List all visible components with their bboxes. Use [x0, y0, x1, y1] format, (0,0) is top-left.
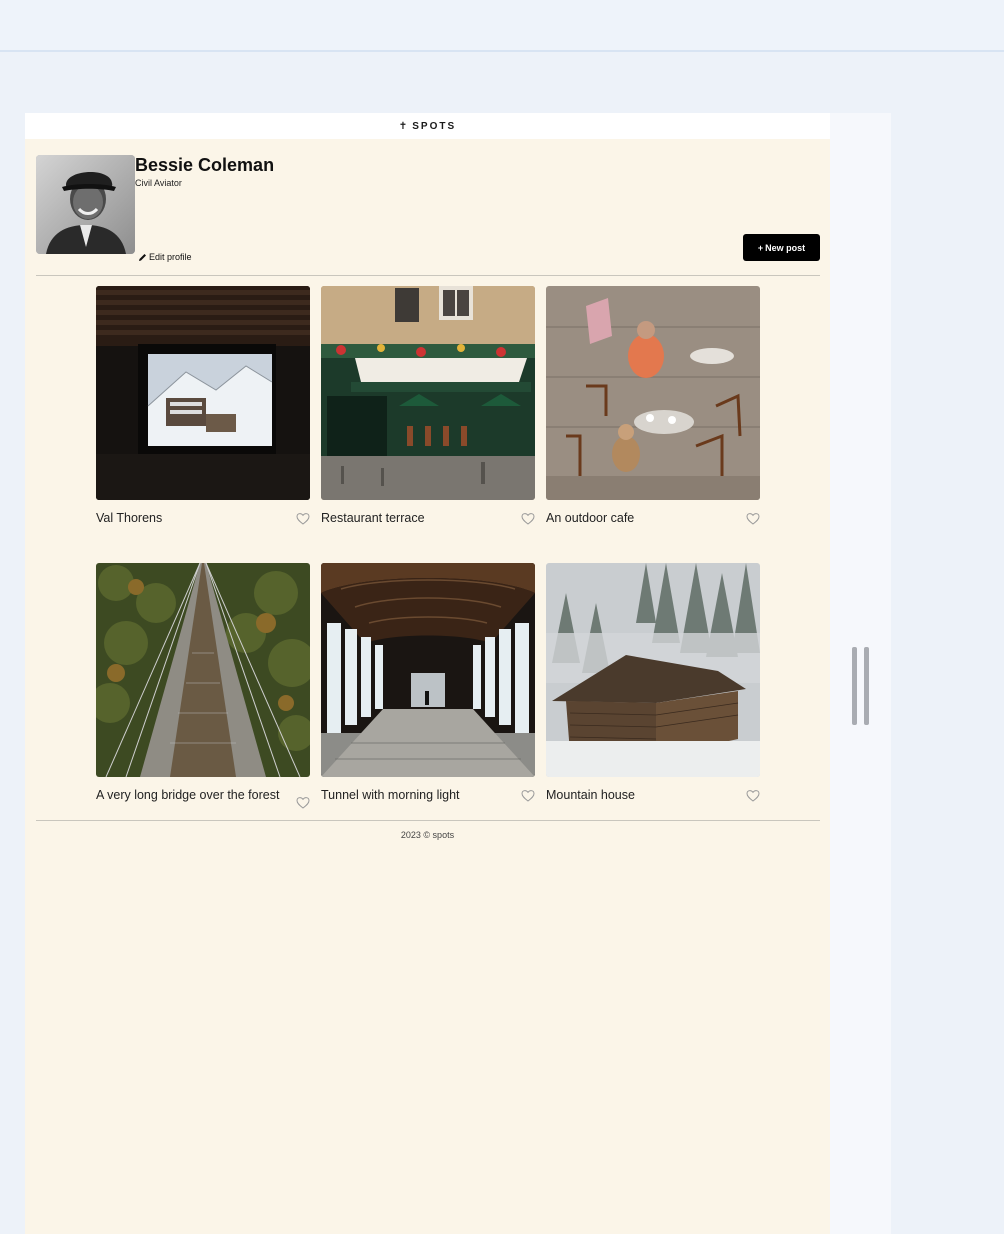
- resize-grip-right[interactable]: [864, 647, 869, 725]
- card-footer: Mountain house: [546, 788, 760, 803]
- card-title: Tunnel with morning light: [321, 788, 460, 802]
- card-image[interactable]: [546, 286, 760, 500]
- card-title: Restaurant terrace: [321, 511, 425, 525]
- card-footer: Tunnel with morning light: [321, 788, 535, 803]
- profile-name: Bessie Coleman: [135, 155, 275, 175]
- heart-icon[interactable]: [521, 512, 535, 526]
- card: Restaurant terrace: [321, 286, 535, 526]
- edit-profile-button[interactable]: Edit profile: [138, 252, 192, 262]
- card-title: Val Thorens: [96, 511, 163, 525]
- profile-section: Bessie Coleman Civil Aviator Edit profil…: [36, 155, 820, 275]
- footer-divider: [36, 820, 820, 821]
- profile-divider: [36, 275, 820, 276]
- profile-description: Civil Aviator: [135, 178, 182, 188]
- resize-handle[interactable]: [852, 647, 870, 725]
- plus-icon: +: [757, 242, 764, 253]
- browser-top-bar: [0, 0, 1004, 52]
- card-footer: Restaurant terrace: [321, 511, 535, 526]
- cards-grid: Val Thorens Restaurant terrace An outdoo…: [96, 286, 761, 810]
- edit-profile-label: Edit profile: [149, 252, 192, 262]
- card-footer: Val Thorens: [96, 511, 310, 526]
- card-image[interactable]: [96, 563, 310, 777]
- card-title: An outdoor cafe: [546, 511, 635, 525]
- card-image[interactable]: [321, 286, 535, 500]
- logo-text: SPOTS: [412, 120, 457, 132]
- heart-icon[interactable]: [521, 789, 535, 803]
- resize-grip-left[interactable]: [852, 647, 857, 725]
- card-footer: A very long bridge over the forest: [96, 788, 310, 810]
- card-image[interactable]: [321, 563, 535, 777]
- card: Tunnel with morning light: [321, 563, 535, 810]
- card-image[interactable]: [96, 286, 310, 500]
- footer-text: 2023 © spots: [400, 830, 455, 840]
- card-title: Mountain house: [546, 788, 635, 802]
- new-post-button[interactable]: + New post: [743, 234, 820, 261]
- card-footer: An outdoor cafe: [546, 511, 760, 526]
- avatar: [36, 155, 135, 254]
- avatar-portrait: [36, 155, 135, 254]
- card: Val Thorens: [96, 286, 310, 526]
- page: ✝ SPOTS Bessie Coleman Civil Aviator Edi…: [25, 113, 830, 1234]
- heart-icon[interactable]: [296, 796, 310, 810]
- card-image[interactable]: [546, 563, 760, 777]
- heart-icon[interactable]: [746, 789, 760, 803]
- card: A very long bridge over the forest: [96, 563, 310, 810]
- logo-icon: ✝: [398, 120, 410, 132]
- heart-icon[interactable]: [746, 512, 760, 526]
- new-post-label: New post: [765, 242, 806, 253]
- card: Mountain house: [546, 563, 760, 810]
- pencil-icon: [139, 253, 146, 261]
- card-title: A very long bridge over the forest: [96, 788, 280, 802]
- page-header: ✝ SPOTS: [25, 113, 830, 139]
- heart-icon[interactable]: [296, 512, 310, 526]
- logo[interactable]: ✝ SPOTS: [399, 121, 456, 132]
- card: An outdoor cafe: [546, 286, 760, 526]
